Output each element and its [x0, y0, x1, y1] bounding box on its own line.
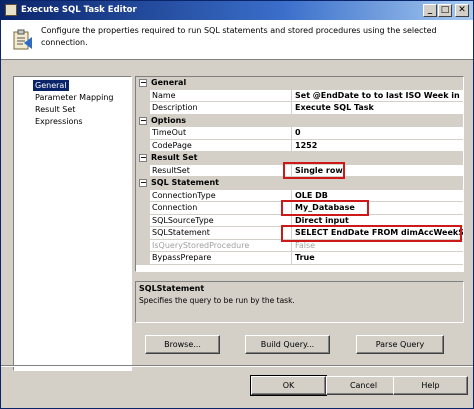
property-name: ResultSet — [151, 164, 292, 176]
dialog-header: Configure the properties required to run… — [1, 20, 473, 60]
property-row-codepage[interactable]: CodePage 1252 — [136, 139, 463, 152]
category-label: General — [151, 78, 187, 87]
property-name: SQLStatement — [151, 227, 292, 239]
property-description-text: Specifies the query to be run by the tas… — [139, 296, 295, 305]
category-label: SQL Statement — [151, 178, 219, 187]
property-name: Name — [151, 89, 292, 101]
category-label: Options — [151, 115, 187, 125]
property-value[interactable]: True — [293, 252, 463, 264]
property-grid: − General Name Set @EndDate to to last I… — [135, 76, 464, 272]
property-value[interactable]: 1252 — [293, 140, 463, 152]
highlight-connection — [281, 200, 369, 216]
window-title: Execute SQL Task Editor — [21, 5, 137, 15]
nav-item-result-set[interactable]: Result Set — [33, 104, 77, 115]
parse-query-button[interactable]: Parse Query — [356, 335, 444, 354]
category-label: Result Set — [151, 153, 198, 162]
highlight-resultset — [283, 162, 345, 179]
property-name: BypassPrepare — [151, 252, 292, 264]
property-name: ConnectionType — [151, 189, 292, 201]
property-name: CodePage — [151, 139, 292, 151]
property-row-bypassprepare[interactable]: BypassPrepare True — [136, 252, 463, 265]
property-row-timeout[interactable]: TimeOut 0 — [136, 127, 463, 140]
category-general[interactable]: − General — [136, 77, 463, 90]
property-description-panel: SQLStatement Specifies the query to be r… — [135, 281, 464, 323]
maximize-button[interactable]: □ — [438, 4, 452, 17]
property-row-name[interactable]: Name Set @EndDate to to last ISO Week in — [136, 89, 463, 102]
nav-item-parameter-mapping[interactable]: Parameter Mapping — [33, 92, 116, 103]
help-button[interactable]: Help — [393, 376, 468, 395]
title-bar[interactable]: Execute SQL Task Editor _ □ ✕ — [1, 1, 473, 20]
collapse-icon[interactable]: − — [139, 179, 147, 187]
category-options[interactable]: − Options — [136, 114, 463, 127]
execute-sql-task-editor-window: Execute SQL Task Editor _ □ ✕ Configure … — [0, 0, 474, 409]
property-name: Connection — [151, 202, 292, 214]
build-query-button[interactable]: Build Query... — [245, 335, 330, 354]
property-name: Description — [151, 102, 292, 114]
task-clipboard-icon — [13, 29, 32, 50]
minimize-button[interactable]: _ — [423, 4, 437, 17]
dialog-description: Configure the properties required to run… — [41, 26, 437, 47]
property-value[interactable]: Execute SQL Task — [293, 102, 463, 114]
property-name: SQLSourceType — [151, 214, 292, 226]
property-name: IsQueryStoredProcedure — [151, 239, 292, 251]
property-name: TimeOut — [151, 127, 292, 139]
property-row-description[interactable]: Description Execute SQL Task — [136, 102, 463, 115]
close-button[interactable]: ✕ — [455, 4, 469, 17]
property-value[interactable]: 0 — [293, 127, 463, 139]
nav-item-general[interactable]: General — [33, 80, 69, 91]
browse-button[interactable]: Browse... — [145, 335, 220, 354]
collapse-icon[interactable]: − — [139, 154, 147, 162]
nav-item-expressions[interactable]: Expressions — [33, 116, 85, 127]
property-description-title: SQLStatement — [139, 284, 205, 293]
page-navigation: General Parameter Mapping Result Set Exp… — [13, 76, 132, 371]
property-value[interactable]: Set @EndDate to to last ISO Week in — [293, 90, 463, 102]
highlight-sqlstatement — [281, 225, 462, 242]
ok-button[interactable]: OK — [250, 375, 327, 396]
footer-separator — [1, 365, 473, 367]
cancel-button[interactable]: Cancel — [326, 376, 401, 395]
collapse-icon[interactable]: − — [139, 79, 147, 87]
window-icon — [5, 4, 17, 16]
collapse-icon[interactable]: − — [139, 116, 147, 125]
